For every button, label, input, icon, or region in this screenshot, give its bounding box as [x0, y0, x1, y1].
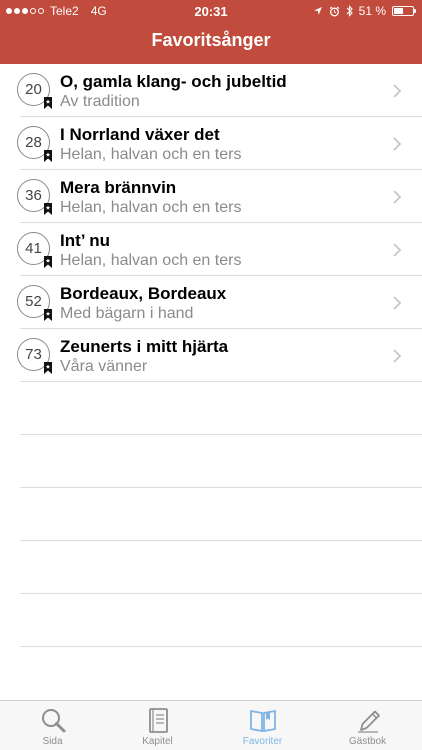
song-title: Mera brännvin [60, 178, 177, 197]
list-item[interactable]: 52 Bordeaux, Bordeaux Med bägarn i hand [0, 276, 422, 329]
bluetooth-icon [346, 5, 353, 17]
bookmark-icon [44, 203, 52, 215]
pencil-icon [357, 710, 380, 733]
song-subtitle: Våra vänner [60, 358, 148, 375]
app-screen: Tele2 4G 20:31 51 % Favoritsånger 20 O, … [0, 0, 422, 750]
empty-row-divider [20, 540, 422, 541]
tab-favoriter[interactable]: Favoriter [210, 701, 315, 750]
chevron-right-icon [393, 137, 402, 151]
tab-gastbok[interactable]: Gästbok [315, 701, 420, 750]
song-subtitle: Med bägarn i hand [60, 305, 194, 322]
song-subtitle: Helan, halvan och en ters [60, 199, 242, 216]
list-item[interactable]: 36 Mera brännvin Helan, halvan och en ters [0, 170, 422, 223]
song-title: Bordeaux, Bordeaux [60, 284, 227, 303]
empty-row-divider [20, 434, 422, 435]
song-title: I Norrland växer det [60, 125, 220, 144]
battery-level [394, 8, 403, 14]
header: Tele2 4G 20:31 51 % Favoritsånger [0, 0, 422, 64]
chevron-right-icon [393, 349, 402, 363]
battery-percent: 51 % [358, 4, 386, 18]
chevron-right-icon [393, 243, 402, 257]
song-subtitle: Helan, halvan och en ters [60, 252, 242, 269]
list-item[interactable]: 20 O, gamla klang- och jubeltid Av traditi… [0, 64, 422, 117]
empty-row-divider [20, 487, 422, 488]
alarm-icon [329, 6, 340, 16]
empty-row-divider [20, 646, 422, 647]
list-item[interactable]: 41 Int’ nu Helan, halvan och en ters [0, 223, 422, 276]
empty-row-divider [20, 593, 422, 594]
chevron-right-icon [393, 190, 402, 204]
bookmark-icon [44, 309, 52, 321]
tab-label: Sida [42, 736, 63, 747]
bookmark-icon [44, 150, 52, 162]
tab-label: Kapitel [142, 736, 173, 747]
magnifier-icon [41, 709, 65, 733]
page-title: Favoritsånger [151, 30, 271, 50]
bookmark-icon [44, 256, 52, 268]
tab-label: Gästbok [348, 736, 387, 747]
song-title: O, gamla klang- och jubeltid [60, 72, 287, 91]
song-subtitle: Av tradition [60, 93, 140, 110]
bookmark-icon [44, 97, 52, 109]
favorites-list: 20 O, gamla klang- och jubeltid Av traditi… [0, 64, 422, 700]
book-icon [148, 708, 168, 733]
list-item[interactable]: 73 Zeunerts i mitt hjärta Våra vänner [0, 329, 422, 382]
tab-sida[interactable]: Sida [0, 701, 105, 750]
status-right: 51 % [313, 4, 416, 18]
chevron-right-icon [393, 84, 402, 98]
song-title: Int’ nu [60, 231, 111, 250]
list-item[interactable]: 28 I Norrland växer det Helan, halvan och … [0, 117, 422, 170]
chevron-right-icon [393, 296, 402, 310]
status-bar: Tele2 4G 20:31 51 % [0, 0, 422, 22]
battery-icon [392, 6, 416, 16]
tab-kapitel[interactable]: Kapitel [105, 701, 210, 750]
song-subtitle: Helan, halvan och en ters [60, 146, 242, 163]
location-icon [313, 7, 322, 15]
song-title: Zeunerts i mitt hjärta [60, 337, 229, 356]
open-book-icon [249, 709, 276, 733]
tab-bar: Sida Kapitel Favoriter Gästbok [0, 700, 422, 750]
tab-label: Favoriter [242, 736, 283, 747]
bookmark-icon [44, 362, 52, 374]
